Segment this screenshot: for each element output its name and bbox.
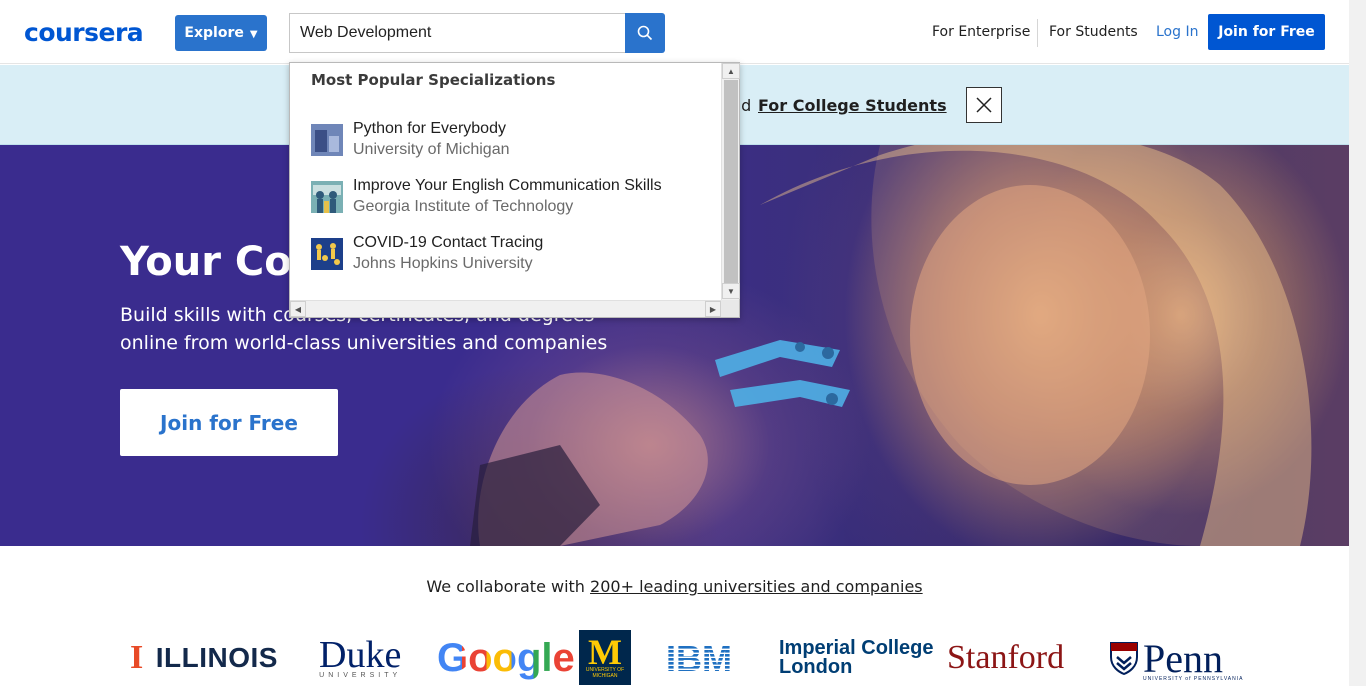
google-wordmark: Google (437, 635, 575, 680)
imperial-logo[interactable]: Imperial College London (779, 630, 934, 686)
search-icon (637, 25, 653, 41)
stanford-logo[interactable]: Stanford (947, 630, 1064, 686)
explore-label: Explore (184, 25, 244, 41)
suggestion-item[interactable]: COVID-19 Contact Tracing Johns Hopkins U… (311, 234, 711, 274)
hero-join-for-free-button[interactable]: Join for Free (120, 389, 338, 456)
suggestion-item[interactable]: Improve Your English Communication Skill… (311, 177, 711, 217)
penn-shield-icon (1110, 642, 1138, 675)
dropdown-horizontal-scrollbar[interactable]: ◀ ▶ (290, 300, 721, 317)
close-icon (976, 97, 992, 113)
ibm-stripe-icon: IBM (666, 642, 732, 674)
michigan-logo[interactable]: M UNIVERSITY OF MICHIGAN (579, 630, 631, 685)
join-for-free-header-button[interactable]: Join for Free (1208, 14, 1325, 50)
scroll-down-arrow-icon[interactable]: ▼ (722, 283, 740, 299)
coursera-logo[interactable]: coursera (24, 18, 144, 47)
top-header: coursera Explore ▼ For Enterprise For St… (0, 0, 1366, 64)
collab-prefix: We collaborate with (426, 577, 585, 596)
page-scrollbar[interactable] (1349, 0, 1366, 686)
page: coursera Explore ▼ For Enterprise For St… (0, 0, 1366, 686)
suggestion-thumbnail (311, 124, 343, 156)
login-link[interactable]: Log In (1156, 24, 1198, 40)
partners-link[interactable]: 200+ leading universities and companies (590, 577, 923, 596)
penn-wordmark: Penn (1143, 635, 1223, 681)
dropdown-heading: Most Popular Specializations (311, 71, 556, 89)
suggestion-item[interactable]: Python for Everybody University of Michi… (311, 120, 711, 160)
ibm-wordmark: IBM (666, 642, 732, 674)
penn-logo[interactable]: Penn UNIVERSITY of PENNSYLVANIA (1109, 630, 1243, 686)
search-suggestions-dropdown: Most Popular Specializations Python for … (289, 62, 740, 318)
scroll-right-arrow-icon[interactable]: ▶ (705, 301, 721, 317)
suggestion-subtitle: Johns Hopkins University (353, 255, 533, 272)
nav-for-enterprise[interactable]: For Enterprise (932, 24, 1030, 40)
illinois-wordmark: ILLINOIS (155, 642, 278, 673)
illinois-logo[interactable]: I ILLINOIS (130, 630, 278, 686)
explore-button[interactable]: Explore ▼ (175, 15, 267, 51)
suggestion-subtitle: University of Michigan (353, 141, 510, 158)
banner-college-students-link[interactable]: For College Students (758, 96, 947, 115)
illinois-i-mark-icon: I (130, 639, 144, 676)
search-bar (289, 13, 665, 53)
michigan-block-m: M (588, 631, 622, 672)
suggestion-subtitle: Georgia Institute of Technology (353, 198, 574, 215)
dropdown-vertical-scrollbar[interactable]: ▲ ▼ (721, 63, 740, 300)
hero-subtitle-line-2: online from world-class universities and… (120, 332, 608, 354)
scrollbar-corner (721, 300, 739, 317)
suggestion-title: COVID-19 Contact Tracing (353, 234, 544, 251)
duke-wordmark: Duke (319, 633, 402, 676)
stanford-wordmark: Stanford (947, 639, 1065, 676)
ibm-logo[interactable]: IBM (666, 630, 746, 686)
collaboration-text: We collaborate with 200+ leading univers… (0, 577, 1349, 596)
google-logo[interactable]: Google (437, 630, 575, 686)
suggestion-thumbnail (311, 181, 343, 213)
suggestion-thumbnail (311, 238, 343, 270)
suggestion-title: Python for Everybody (353, 120, 506, 137)
duke-subtitle: UNIVERSITY (319, 671, 402, 679)
imperial-line-2: London (779, 656, 853, 678)
scroll-up-arrow-icon[interactable]: ▲ (722, 63, 740, 79)
banner-close-button[interactable] (966, 87, 1002, 123)
michigan-subtitle: UNIVERSITY OF MICHIGAN (585, 666, 625, 679)
penn-subtitle: UNIVERSITY of PENNSYLVANIA (1143, 675, 1244, 682)
search-button[interactable] (625, 13, 665, 53)
nav-for-students[interactable]: For Students (1049, 24, 1138, 40)
scroll-left-arrow-icon[interactable]: ◀ (290, 301, 306, 317)
search-input[interactable] (289, 13, 626, 53)
chevron-down-icon: ▼ (249, 28, 258, 40)
suggestion-title: Improve Your English Communication Skill… (353, 177, 662, 194)
vertical-scroll-thumb[interactable] (724, 80, 738, 283)
duke-logo[interactable]: Duke UNIVERSITY (319, 630, 401, 686)
penn-text: Penn UNIVERSITY of PENNSYLVANIA (1143, 635, 1243, 682)
nav-divider (1037, 19, 1038, 47)
